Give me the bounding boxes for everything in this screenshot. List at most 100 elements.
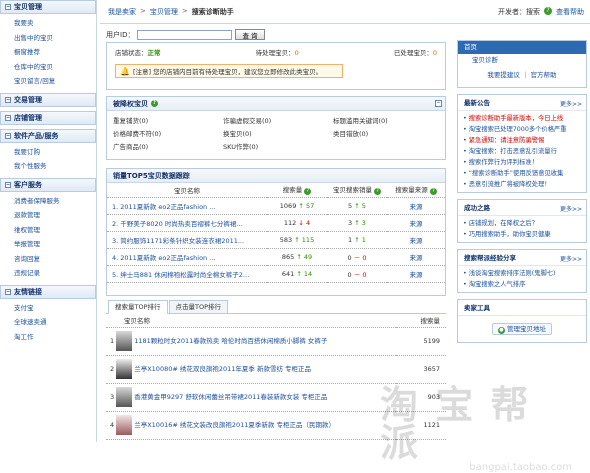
demoted-category[interactable]: 诈骗虚假交易(0) [223, 115, 333, 125]
item-thumbnail[interactable] [116, 415, 133, 435]
demoted-category[interactable] [333, 141, 443, 151]
sidebar-item[interactable]: 支付宝 [14, 301, 96, 316]
sidebar-section-header[interactable]: − 友情链接 [0, 284, 96, 299]
nav-home[interactable]: 首页 [458, 41, 586, 54]
sidebar-item[interactable]: 出售中的宝贝 [14, 31, 96, 46]
demoted-category[interactable]: 标题滥用关键词(0) [333, 115, 443, 125]
collapse-icon[interactable]: − [5, 181, 11, 188]
list-item[interactable]: 浅谈淘宝搜索排序法则(鬼脚七) [463, 268, 581, 279]
list-item[interactable]: 紧急通知：请注意防骗警惕 [463, 135, 581, 146]
table-row: 5. 绅士马881 休闲棉袍松露时尚全棉女裤子2… 641 ↑ 14 0 － 0… [107, 265, 445, 283]
list-item[interactable]: 恶意引流推广将被降权处理！ [463, 179, 581, 190]
demoted-category[interactable]: 价格邮费不符(0) [113, 128, 223, 138]
col-source: 搜索量来源 ? [387, 183, 445, 198]
item-name-link[interactable]: 3. 简约服饰1171彩条针织女装连衣裙2011... [107, 231, 267, 249]
status-box: 店铺状态：正常 待处理宝贝：0 已处理宝贝：0 🔔 [注意] 您的店铺内目前有待… [106, 42, 446, 90]
breadcrumb-item-manage[interactable]: 宝贝管理 [150, 7, 178, 17]
list-item[interactable]: 搜索作弊行为评判标准！ [463, 157, 581, 168]
demoted-category[interactable]: 重复铺货(0) [113, 115, 223, 125]
item-name-link[interactable]: 兰亭X10080# 绣花双良旗袍2011年夏季 新款雪纺 专柜正品 [134, 365, 311, 373]
list-item[interactable]: 店铺规划，在降权之后？ [463, 218, 581, 229]
search-cell: 583 ↑ 115 [267, 231, 327, 249]
source-link[interactable]: 来源 [387, 214, 445, 232]
search-cell: 1069 ↑ 57 [267, 197, 327, 215]
item-name-link[interactable]: 1. 2011夏新款 eo2正品fashion ... [107, 197, 267, 215]
collapse-icon[interactable]: − [5, 114, 11, 121]
sidebar-item[interactable]: 我要订购 [14, 145, 96, 160]
item-name-link[interactable]: 1181颗粒时女2011春款热卖 哈伦时尚百搭休闲棉质小脚裤 女裤子 [134, 337, 327, 345]
trend-icon: ↓ [298, 218, 304, 227]
sidebar-section: − 客户服务消费者保障服务 退款管理 维权管理 举报管理 咨询回复 违规记录 [0, 177, 96, 281]
experience-more[interactable]: 更多>> [560, 254, 582, 263]
collapse-icon[interactable]: − [5, 96, 11, 103]
search-value: 3657 [396, 355, 446, 384]
rank-index: 1 [110, 337, 115, 345]
announce-more[interactable]: 更多>> [560, 99, 582, 108]
source-link[interactable]: 来源 [387, 265, 445, 283]
sidebar-section-header[interactable]: − 店铺管理 [0, 110, 96, 125]
sidebar-section-header[interactable]: − 客户服务 [0, 177, 96, 192]
list-item[interactable]: 淘宝搜索已处理7000多个价格严重 [463, 124, 581, 135]
announce-box: 最新公告 更多>> 搜索诊断助手最新版本，今日上线淘宝搜索已处理7000多个价格… [457, 94, 587, 193]
item-thumbnail[interactable] [116, 359, 133, 379]
sidebar-item[interactable]: 仓库中的宝贝 [14, 60, 96, 75]
source-link[interactable]: 来源 [387, 197, 445, 215]
user-id-input[interactable] [137, 29, 233, 40]
sidebar-item[interactable]: 我要卖 [14, 16, 96, 31]
tab-search-rank[interactable]: 搜索量TOP排行 [108, 300, 168, 314]
list-item[interactable]: 淘宝搜索：打击恶意乱引流量行 [463, 146, 581, 157]
collapse-icon[interactable]: − [5, 288, 11, 295]
list-item[interactable]: “搜索诊断助手”使用反馈意见收集 [463, 168, 581, 179]
success-more[interactable]: 更多>> [560, 204, 582, 213]
sidebar-item[interactable]: 消费者保障服务 [14, 194, 96, 209]
success-box: 成功之路 更多>> 店铺规划，在降权之后？巧用搜索助手，助你宝贝健康 [457, 199, 587, 243]
help-link[interactable]: 查看帮助 [556, 7, 584, 17]
list-item[interactable]: 淘宝搜索之人气排序 [463, 279, 581, 290]
rank-index: 4 [110, 421, 115, 429]
item-thumbnail[interactable] [116, 387, 133, 407]
pending-value[interactable]: 0 [295, 49, 299, 57]
collapse-icon[interactable]: − [435, 100, 442, 107]
collapse-icon[interactable]: − [5, 4, 11, 10]
nav-diagnose[interactable]: 宝贝诊断 [458, 54, 586, 67]
collapse-icon[interactable]: − [5, 132, 11, 139]
demoted-category[interactable]: 广告商品(0) [113, 141, 223, 151]
sidebar-item[interactable]: 咨询回复 [14, 252, 96, 267]
item-name-link[interactable]: 2. 千野美子8020 时尚热卖百褶裤七分裤裙… [107, 214, 267, 232]
demoted-category[interactable]: 换宝贝(0) [223, 128, 333, 138]
tool-icon: ● [497, 327, 505, 334]
sidebar-item[interactable]: 淘工作 [14, 330, 96, 345]
sidebar-item[interactable]: 违规记录 [14, 266, 96, 281]
source-link[interactable]: 来源 [387, 248, 445, 266]
query-button[interactable]: 查 询 [235, 29, 265, 40]
sidebar-item[interactable]: 橱窗推荐 [14, 45, 96, 60]
sidebar-item[interactable]: 全球速卖通 [14, 315, 96, 330]
breadcrumb-seller[interactable]: 我是卖家 [108, 7, 136, 17]
table-row: 1 1181颗粒时女2011春款热卖 哈伦时尚百搭休闲棉质小脚裤 女裤子 519… [106, 327, 446, 356]
sidebar-section-header[interactable]: − 软件产品/服务 [0, 128, 96, 143]
item-name-link[interactable]: 5. 绅士马881 休闲棉袍松露时尚全棉女裤子2… [107, 265, 267, 283]
item-name-link[interactable]: 兰亭X10016# 绣花文装改良旗袍2011夏季新款 专柜正品（民期款） [134, 421, 335, 429]
demoted-category[interactable]: SKU作弊(0) [223, 141, 333, 151]
nav-links[interactable]: 我要提建议 ｜ 官方帮助 [458, 69, 586, 79]
list-item[interactable]: 搜索诊断助手最新版本，今日上线 [463, 113, 581, 124]
source-link[interactable]: 来源 [387, 231, 445, 249]
sidebar-section: − 交易管理 [0, 92, 96, 107]
tab-click-rank[interactable]: 点击量TOP排行 [168, 300, 229, 313]
sidebar-item[interactable]: 举报管理 [14, 237, 96, 252]
watermark-url: bangpai.taobao.com [469, 462, 572, 473]
item-name-link[interactable]: 香港黄金甲9297 舒软休闲蕾丝吊带裙2011春装新款女装 专柜正品 [134, 393, 327, 401]
sidebar-item[interactable]: 维权管理 [14, 223, 96, 238]
demoted-category[interactable]: 类目错放(0) [333, 128, 443, 138]
sidebar-item[interactable]: 退款管理 [14, 208, 96, 223]
item-thumbnail[interactable] [116, 331, 133, 351]
sidebar-item[interactable]: 宝贝留言/回复 [14, 74, 96, 89]
item-name-link[interactable]: 4. 2011夏新款 eo2正品fashion ... [107, 248, 267, 266]
sidebar: − 宝贝管理我要卖 出售中的宝贝 橱窗推荐 仓库中的宝贝 宝贝留言/回复 − 交易管理 − 店铺管… [0, 0, 97, 442]
handled-value[interactable]: 0 [433, 49, 437, 57]
list-item[interactable]: 巧用搜索助手，助你宝贝健康 [463, 229, 581, 240]
manage-address-button[interactable]: ● 管理宝贝地址 [492, 323, 552, 335]
sidebar-item[interactable]: 我个性服务 [14, 159, 96, 174]
sidebar-section-header[interactable]: − 交易管理 [0, 92, 96, 107]
sidebar-section-header[interactable]: − 宝贝管理 [0, 0, 96, 14]
